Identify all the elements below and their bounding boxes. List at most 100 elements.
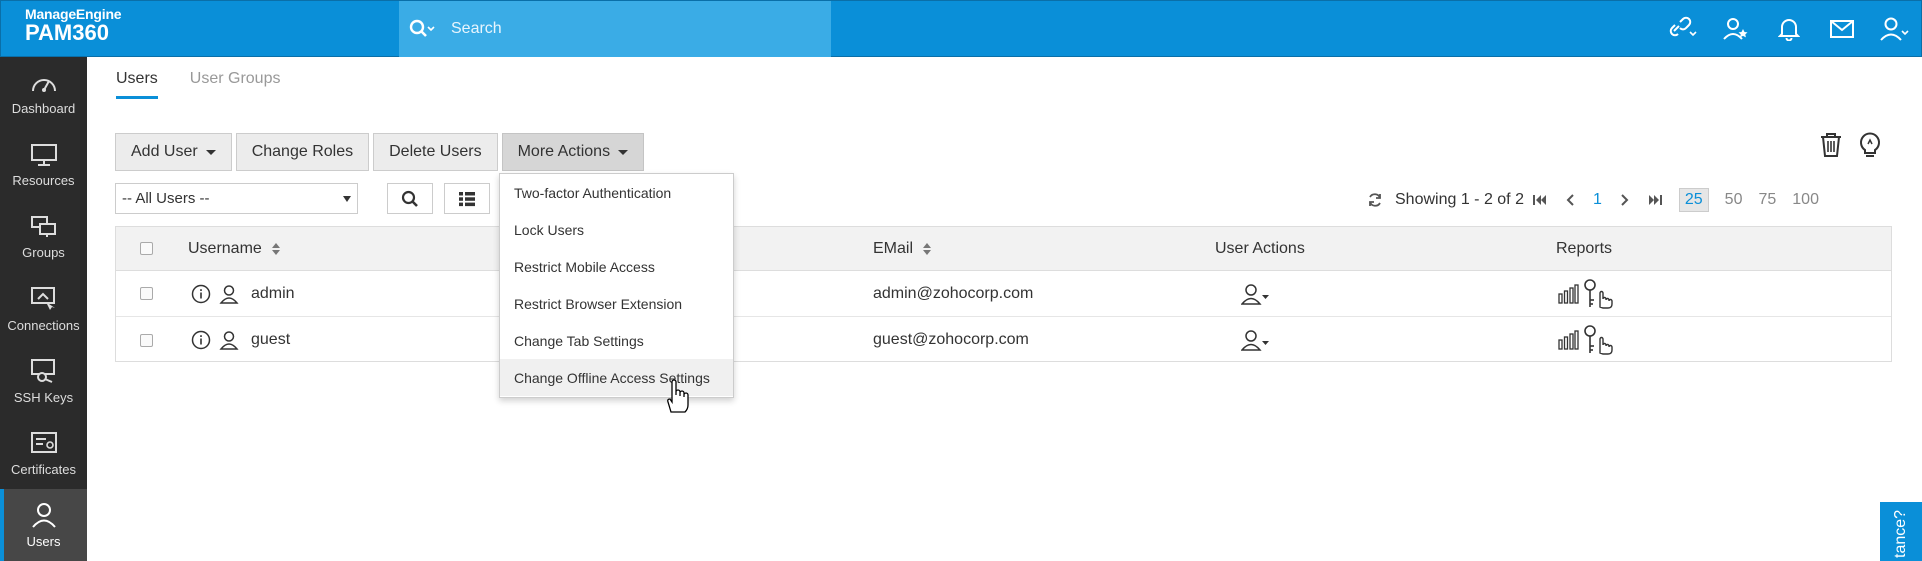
bar-chart-icon[interactable] (1557, 330, 1579, 350)
assistance-tab-label: tance? (1892, 509, 1909, 558)
filter-selected-value: -- All Users -- (122, 190, 210, 207)
page-size-100[interactable]: 100 (1792, 191, 1819, 209)
brand-product: PAM360 (25, 20, 109, 45)
search-input[interactable] (451, 20, 811, 38)
header-email-label: EMail (873, 239, 914, 257)
table-row: admin admin@zohocorp.com (116, 271, 1891, 317)
key-report-icon[interactable] (1583, 278, 1617, 309)
connections-icon (30, 286, 55, 310)
tab-bar: Users User Groups (116, 70, 280, 99)
column-chooser-button[interactable] (444, 183, 490, 214)
table-row: guest guest@zohocorp.com (116, 317, 1891, 363)
pagination: Showing 1 - 2 of 2 1 25 50 75 100 (1358, 188, 1827, 212)
prev-page-icon[interactable] (1565, 194, 1575, 206)
sidebar-item-certificates[interactable]: Certificates (0, 417, 87, 489)
chevron-down-icon (618, 149, 629, 155)
info-icon[interactable] (191, 284, 211, 304)
menu-item-restrict-browser-extension[interactable]: Restrict Browser Extension (500, 285, 733, 322)
first-page-icon[interactable] (1532, 194, 1547, 206)
assistance-tab[interactable]: tance? (1880, 502, 1922, 561)
hand-cursor-icon (665, 378, 689, 419)
sidebar-item-label: Groups (22, 244, 65, 260)
last-page-icon[interactable] (1648, 194, 1662, 206)
sidebar-item-label: Resources (12, 172, 75, 188)
more-actions-label: More Actions (517, 143, 611, 160)
brand-logo[interactable]: ManageEngine PAM360 (25, 6, 122, 46)
search-icon[interactable] (409, 19, 445, 39)
sidebar-item-ssh-keys[interactable]: SSH Keys (0, 345, 87, 417)
chevron-down-icon (343, 195, 351, 202)
header-username[interactable]: Username (188, 227, 280, 270)
bar-chart-icon[interactable] (1557, 283, 1579, 304)
lightbulb-icon[interactable] (1858, 131, 1882, 164)
user-icon (219, 284, 239, 304)
table-header: Username EMail User Actions Reports (116, 227, 1891, 271)
menu-item-change-offline-access[interactable]: Change Offline Access Settings (500, 359, 733, 396)
delete-users-button[interactable]: Delete Users (373, 133, 498, 171)
certificate-icon (30, 431, 57, 453)
refresh-icon[interactable] (1367, 192, 1383, 208)
email: admin@zohocorp.com (873, 284, 1034, 302)
users-table: Username EMail User Actions Reports admi… (115, 226, 1892, 362)
add-user-button[interactable]: Add User (115, 133, 232, 171)
bell-icon[interactable] (1762, 1, 1815, 57)
change-roles-button[interactable]: Change Roles (235, 133, 370, 171)
user-icon (31, 502, 56, 528)
info-icon[interactable] (191, 330, 211, 350)
page-size-25[interactable]: 25 (1678, 188, 1709, 212)
sidebar-item-users[interactable]: Users (0, 489, 87, 561)
sort-icon (923, 242, 932, 255)
sidebar: Dashboard Resources Groups Connections S… (0, 57, 87, 561)
user-actions-dropdown-icon[interactable] (1241, 329, 1271, 351)
list-icon (459, 191, 475, 206)
select-all-checkbox[interactable] (140, 242, 153, 255)
sidebar-item-label: Dashboard (11, 100, 76, 116)
header-username-label: Username (188, 239, 262, 257)
chevron-down-icon (205, 149, 216, 155)
top-icons (1656, 1, 1921, 57)
page-size-75[interactable]: 75 (1758, 191, 1776, 209)
username[interactable]: admin (251, 285, 295, 303)
showing-count: Showing 1 - 2 of 2 (1395, 191, 1524, 208)
sidebar-item-label: Users (26, 533, 61, 549)
header-email[interactable]: EMail (873, 227, 932, 270)
search-icon (401, 190, 418, 207)
sidebar-item-groups[interactable]: Groups (0, 201, 87, 273)
monitor-icon (30, 143, 57, 166)
menu-item-change-tab-settings[interactable]: Change Tab Settings (500, 322, 733, 359)
tab-user-groups[interactable]: User Groups (190, 70, 281, 99)
email: guest@zohocorp.com (873, 331, 1029, 348)
user-dropdown-icon[interactable] (1868, 1, 1921, 57)
add-user-label: Add User (131, 143, 198, 160)
page-size-50[interactable]: 50 (1725, 191, 1743, 209)
next-page-icon[interactable] (1620, 194, 1630, 206)
row-checkbox[interactable] (140, 333, 153, 347)
user-filter-select[interactable]: -- All Users -- (115, 183, 358, 214)
sidebar-item-resources[interactable]: Resources (0, 129, 87, 201)
sidebar-item-connections[interactable]: Connections (0, 273, 87, 345)
tab-users[interactable]: Users (116, 70, 158, 99)
menu-item-two-factor-auth[interactable]: Two-factor Authentication (500, 174, 733, 211)
user-star-icon[interactable] (1709, 1, 1762, 57)
user-actions-dropdown-icon[interactable] (1241, 283, 1271, 305)
link-dropdown-icon[interactable] (1656, 1, 1709, 57)
username[interactable]: guest (251, 331, 290, 349)
sidebar-item-label: SSH Keys (13, 389, 74, 405)
sidebar-item-label: Connections (7, 317, 80, 333)
mail-icon[interactable] (1815, 1, 1868, 57)
header-user-actions: User Actions (1215, 239, 1305, 257)
dashboard-icon (31, 78, 56, 92)
more-actions-button[interactable]: More Actions (501, 133, 645, 171)
search-toggle-button[interactable] (387, 183, 433, 214)
key-report-icon[interactable] (1583, 325, 1617, 355)
search-bar[interactable] (399, 1, 831, 57)
sidebar-item-dashboard[interactable]: Dashboard (0, 57, 87, 129)
groups-icon (30, 215, 56, 237)
menu-item-lock-users[interactable]: Lock Users (500, 211, 733, 248)
row-checkbox[interactable] (140, 287, 153, 300)
trash-icon[interactable] (1818, 131, 1844, 164)
sidebar-item-label: Certificates (10, 461, 77, 477)
ssh-key-icon (30, 358, 55, 383)
current-page[interactable]: 1 (1593, 191, 1602, 209)
menu-item-restrict-mobile-access[interactable]: Restrict Mobile Access (500, 248, 733, 285)
